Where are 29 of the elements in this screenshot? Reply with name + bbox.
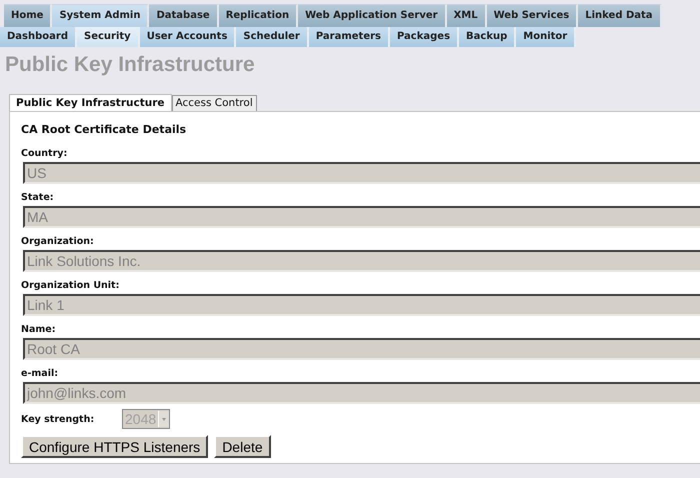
field-label: Organization: xyxy=(21,236,95,247)
subnav-tab[interactable]: Packages xyxy=(390,27,460,47)
field-label: State: xyxy=(21,192,55,203)
nav-tab[interactable]: Web Services xyxy=(486,4,578,27)
page-title: Public Key Infrastructure xyxy=(5,53,255,76)
field-label: e-mail: xyxy=(21,368,60,379)
nav-tab[interactable]: Database xyxy=(149,4,219,27)
form-button[interactable]: Configure HTTPS Listeners xyxy=(21,435,208,458)
subnav-tab[interactable]: Monitor xyxy=(516,27,576,47)
nav-tab[interactable]: System Admin xyxy=(52,4,150,27)
subnav-tab[interactable]: Backup xyxy=(459,27,516,47)
nav-tab[interactable]: Web Application Server xyxy=(298,4,447,27)
panel-tab[interactable]: Access Control xyxy=(172,95,257,111)
field-label: Country: xyxy=(21,148,68,159)
panel-tab[interactable]: Public Key Infrastructure xyxy=(9,94,172,111)
nav-tab[interactable]: Linked Data xyxy=(578,4,662,27)
field-label: Organization Unit: xyxy=(21,280,120,291)
subnav-tab[interactable]: User Accounts xyxy=(140,27,236,47)
nav-tab[interactable]: Replication xyxy=(218,4,298,27)
subnav-tab[interactable]: Scheduler xyxy=(236,27,309,47)
field-label: Name: xyxy=(21,324,57,335)
subnav-tab[interactable]: Dashboard xyxy=(0,27,77,47)
form-button[interactable]: Delete xyxy=(214,435,271,458)
section-title: CA Root Certificate Details xyxy=(21,123,188,136)
subnav-tab[interactable]: Parameters xyxy=(308,27,390,47)
subnav-tab[interactable]: Security xyxy=(77,27,140,47)
nav-tab[interactable]: XML xyxy=(446,4,487,27)
field-label: Key strength: xyxy=(21,414,96,424)
nav-tab[interactable]: Home xyxy=(4,4,52,27)
